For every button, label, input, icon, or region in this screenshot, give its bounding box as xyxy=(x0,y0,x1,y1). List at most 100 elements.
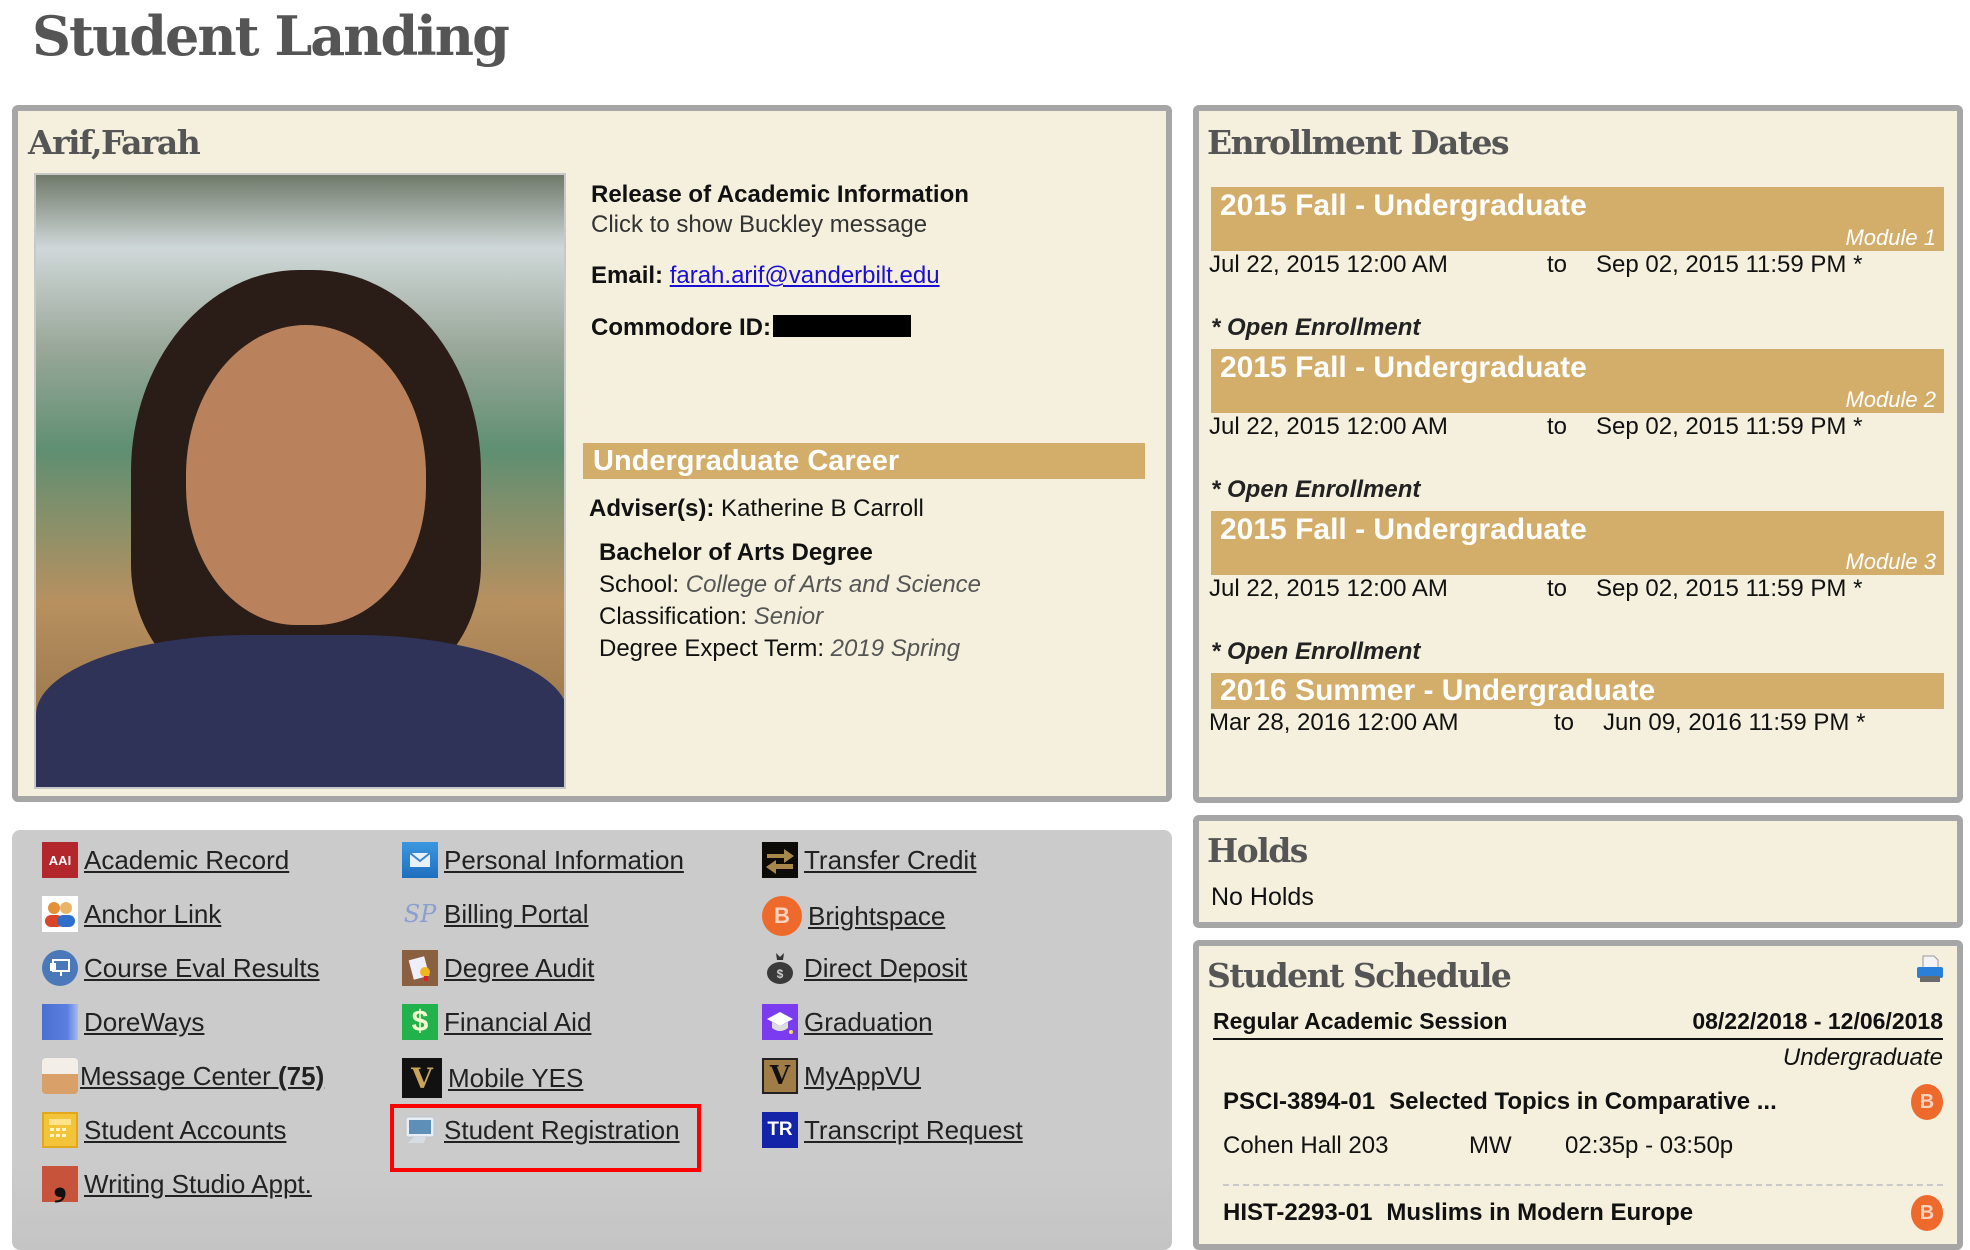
term-to: to xyxy=(1547,575,1568,602)
link-writing-studio[interactable]: ❟ Writing Studio Appt. xyxy=(42,1164,312,1204)
term-module: Module 1 xyxy=(1845,225,1936,250)
link-billing-portal[interactable]: SP Billing Portal xyxy=(402,896,589,932)
school-label: School: xyxy=(599,571,680,598)
link-label[interactable]: MyAppVU xyxy=(804,1061,921,1092)
link-direct-deposit[interactable]: $ Direct Deposit xyxy=(762,950,967,986)
link-label[interactable]: Degree Audit xyxy=(444,953,594,984)
student-schedule-panel: Student Schedule Regular Academic Sessio… xyxy=(1193,940,1963,1250)
vanderbilt-v-icon: V xyxy=(402,1058,442,1098)
link-label[interactable]: Direct Deposit xyxy=(804,953,967,984)
sp-logo-icon: SP xyxy=(403,900,437,928)
course-title: HIST-2293-01 Muslims in Modern Europe xyxy=(1223,1199,1943,1227)
email-link[interactable]: farah.arif@vanderbilt.edu xyxy=(670,262,940,289)
term-start: Jul 22, 2015 12:00 AM xyxy=(1209,413,1448,440)
link-course-eval-results[interactable]: Course Eval Results xyxy=(42,950,320,986)
schedule-title: Student Schedule xyxy=(1207,956,1512,995)
schedule-career: Undergraduate xyxy=(1782,1044,1943,1071)
envelope-icon xyxy=(402,842,438,878)
link-doreways[interactable]: DoreWays xyxy=(42,1004,204,1040)
term-end: Sep 02, 2015 11:59 PM * xyxy=(1596,413,1863,440)
commodore-id-label: Commodore ID: xyxy=(591,314,771,341)
link-label[interactable]: Personal Information xyxy=(444,845,684,876)
brightspace-icon[interactable]: B xyxy=(1911,1195,1943,1231)
course-location: Cohen Hall 203 xyxy=(1223,1132,1389,1159)
photo-face xyxy=(186,325,426,625)
expect-term-label: Degree Expect Term: xyxy=(599,635,824,662)
link-label[interactable]: Message Center (75) xyxy=(80,1061,324,1092)
link-label[interactable]: Billing Portal xyxy=(444,899,589,930)
link-label[interactable]: Financial Aid xyxy=(444,1007,591,1038)
course-name: Selected Topics in Comparative ... xyxy=(1389,1088,1777,1115)
link-label[interactable]: DoreWays xyxy=(84,1007,204,1038)
classification-label: Classification: xyxy=(599,603,748,630)
term-name: 2015 Fall - Undergraduate xyxy=(1220,513,1587,546)
link-anchor-link[interactable]: Anchor Link xyxy=(42,896,221,932)
message-count: (75) xyxy=(278,1060,325,1091)
term-banner: 2015 Fall - Undergraduate Module 3 xyxy=(1211,511,1944,575)
people-icon xyxy=(42,896,78,932)
presentation-icon xyxy=(42,950,78,986)
expect-term-value: 2019 Spring xyxy=(830,635,961,662)
holds-panel: Holds No Holds xyxy=(1193,815,1963,928)
link-label[interactable]: Transcript Request xyxy=(804,1115,1023,1146)
release-heading: Release of Academic Information xyxy=(591,181,969,208)
link-label[interactable]: Writing Studio Appt. xyxy=(84,1169,312,1200)
link-label[interactable]: Academic Record xyxy=(84,845,289,876)
term-dates: Jul 22, 2015 12:00 AM to Sep 02, 2015 11… xyxy=(1209,413,1944,443)
graduation-cap-icon xyxy=(762,1004,798,1040)
school-row: School: College of Arts and Science xyxy=(599,571,981,599)
course-separator xyxy=(1223,1184,1943,1186)
open-enrollment-note: * Open Enrollment xyxy=(1211,314,1421,341)
link-transcript-request[interactable]: TR Transcript Request xyxy=(762,1112,1023,1148)
session-header: Regular Academic Session 08/22/2018 - 12… xyxy=(1213,1006,1943,1040)
link-academic-record[interactable]: AAI Academic Record xyxy=(42,842,289,878)
term-start: Mar 28, 2016 12:00 AM xyxy=(1209,709,1459,736)
enrollment-term: 2015 Fall - Undergraduate Module 1 Jul 2… xyxy=(1209,187,1944,281)
quick-links-panel: AAI Academic Record Anchor Link Course E… xyxy=(12,830,1172,1250)
student-photo xyxy=(34,173,566,789)
commodore-id-row: Commodore ID: xyxy=(591,314,911,342)
link-label[interactable]: Student Accounts xyxy=(84,1115,286,1146)
doreways-icon xyxy=(42,1004,78,1040)
link-brightspace[interactable]: B Brightspace xyxy=(762,896,945,936)
brightspace-icon[interactable]: B xyxy=(1911,1084,1943,1120)
term-end: Sep 02, 2015 11:59 PM * xyxy=(1596,251,1863,278)
course-row[interactable]: PSCI-3894-01 Selected Topics in Comparati… xyxy=(1223,1084,1943,1162)
buckley-message-link[interactable]: Click to show Buckley message xyxy=(591,211,927,239)
link-label[interactable]: Graduation xyxy=(804,1007,933,1038)
link-personal-information[interactable]: Personal Information xyxy=(402,842,684,878)
link-label[interactable]: Anchor Link xyxy=(84,899,221,930)
open-enrollment-note: * Open Enrollment xyxy=(1211,638,1421,665)
course-days: MW xyxy=(1469,1132,1512,1159)
link-label[interactable]: Mobile YES xyxy=(448,1063,583,1094)
term-start: Jul 22, 2015 12:00 AM xyxy=(1209,575,1448,602)
course-row[interactable]: HIST-2293-01 Muslims in Modern Europe B xyxy=(1223,1195,1943,1231)
link-financial-aid[interactable]: $ Financial Aid xyxy=(402,1004,591,1040)
link-transfer-credit[interactable]: Transfer Credit xyxy=(762,842,976,878)
link-label[interactable]: Course Eval Results xyxy=(84,953,320,984)
term-to: to xyxy=(1554,709,1575,736)
printer-icon[interactable] xyxy=(1915,954,1945,984)
link-graduation[interactable]: Graduation xyxy=(762,1004,933,1040)
email-row: Email: farah.arif@vanderbilt.edu xyxy=(591,262,940,290)
link-label[interactable]: Brightspace xyxy=(808,901,945,932)
term-banner: 2016 Summer - Undergraduate xyxy=(1211,673,1944,709)
term-banner: 2015 Fall - Undergraduate Module 2 xyxy=(1211,349,1944,413)
svg-text:$: $ xyxy=(777,967,784,981)
link-student-accounts[interactable]: Student Accounts xyxy=(42,1112,286,1148)
link-mobile-yes[interactable]: V Mobile YES xyxy=(402,1058,583,1098)
term-to: to xyxy=(1547,413,1568,440)
link-message-center[interactable]: Message Center (75) xyxy=(42,1058,324,1094)
money-bag-icon: $ xyxy=(762,950,798,986)
link-degree-audit[interactable]: Degree Audit xyxy=(402,950,594,986)
commodore-id-redacted xyxy=(773,315,911,337)
student-name: Arif,Farah xyxy=(28,123,201,162)
link-myappvu[interactable]: V MyAppVU xyxy=(762,1058,921,1094)
vanderbilt-v-icon: V xyxy=(762,1058,798,1094)
tr-icon: TR xyxy=(762,1112,798,1148)
link-label[interactable]: Transfer Credit xyxy=(804,845,976,876)
term-end: Sep 02, 2015 11:59 PM * xyxy=(1596,575,1863,602)
term-start: Jul 22, 2015 12:00 AM xyxy=(1209,251,1448,278)
course-title: PSCI-3894-01 Selected Topics in Comparati… xyxy=(1223,1088,1943,1116)
expect-term-row: Degree Expect Term: 2019 Spring xyxy=(599,635,960,663)
